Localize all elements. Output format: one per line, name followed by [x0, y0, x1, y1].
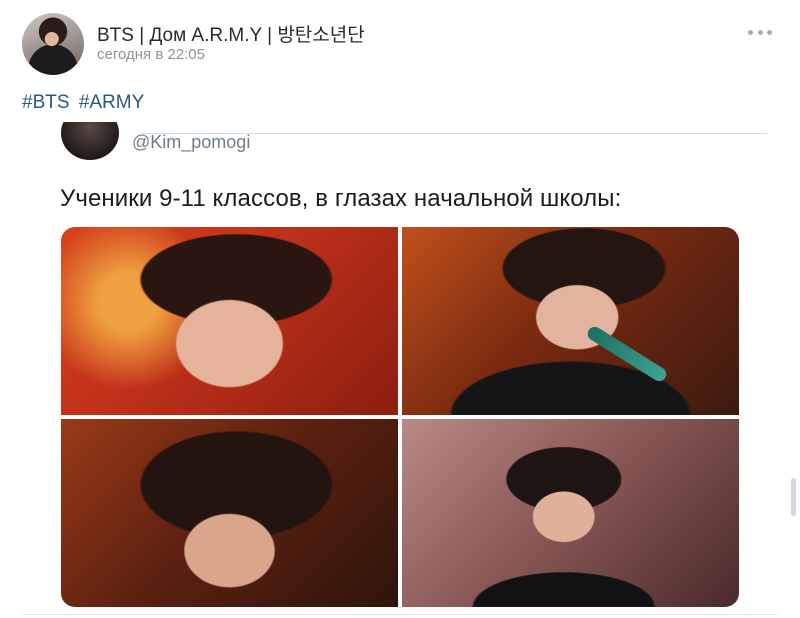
- post-divider: [22, 614, 778, 615]
- tweet-photo-4: [402, 419, 739, 607]
- tweet-photo-3: [61, 419, 398, 607]
- more-options-button[interactable]: [748, 24, 772, 40]
- more-horizontal-icon: [748, 29, 753, 35]
- scrollbar-thumb[interactable]: [791, 478, 796, 516]
- tweet-handle: @Kim_pomogi: [132, 132, 251, 152]
- more-horizontal-icon-dot: [767, 29, 772, 35]
- hashtag-link[interactable]: #ARMY: [79, 92, 144, 113]
- photo-attachment[interactable]: @Kim_pomogi Ученики 9-11 классов, в глаз…: [22, 122, 778, 612]
- post-timestamp[interactable]: сегодня в 22:05: [97, 46, 205, 63]
- tweet-photo-2: [402, 227, 739, 415]
- tweet-photo-1: [61, 227, 398, 415]
- post-hashtags: #BTS #ARMY: [22, 92, 148, 114]
- tweet-photo-grid: [61, 227, 739, 607]
- microphone-shape: [585, 324, 669, 384]
- tweet-author-avatar: [61, 122, 119, 160]
- hashtag-link[interactable]: #BTS: [22, 92, 70, 113]
- group-name-link[interactable]: BTS | Дом A.R.M.Y | 방탄소년단: [97, 20, 365, 47]
- wall-post: BTS | Дом A.R.M.Y | 방탄소년단 сегодня в 22:0…: [0, 0, 800, 618]
- tweet-text: Ученики 9-11 классов, в глазах начальной…: [60, 185, 622, 212]
- group-avatar[interactable]: [22, 13, 84, 75]
- more-horizontal-icon-dot: [757, 29, 763, 35]
